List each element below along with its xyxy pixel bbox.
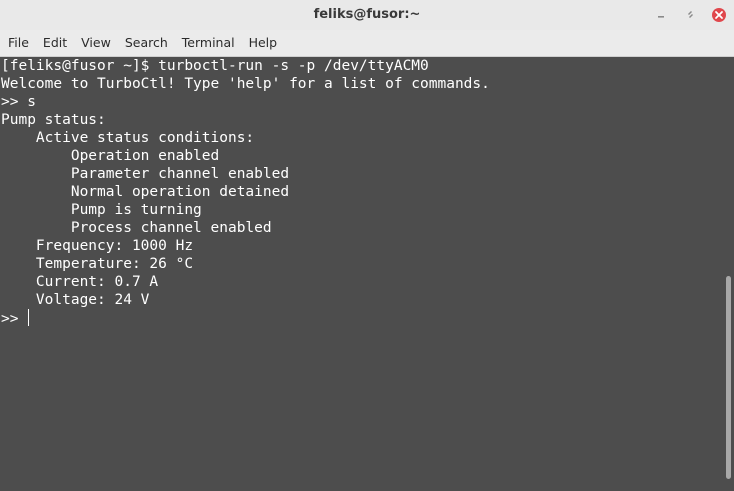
terminal-line: Process channel enabled (1, 220, 272, 236)
terminal-line: Welcome to TurboCtl! Type 'help' for a l… (1, 76, 490, 92)
window-title: feliks@fusor:~ (313, 7, 421, 22)
menu-edit[interactable]: Edit (36, 30, 74, 56)
terminal-line: Pump is turning (1, 202, 202, 218)
terminal-line: Voltage: 24 V (1, 292, 150, 308)
terminal-line: Frequency: 1000 Hz (1, 238, 194, 254)
close-button[interactable] (710, 6, 728, 24)
close-icon (712, 8, 726, 22)
scrollbar-thumb[interactable] (726, 276, 731, 479)
terminal-output[interactable]: [feliks@fusor ~]$ turboctl-run -s -p /de… (0, 57, 722, 491)
prompt-line[interactable]: >> (0, 309, 722, 327)
terminal-line: Pump status: (1, 112, 106, 128)
menu-help[interactable]: Help (242, 30, 285, 56)
prompt-symbol: >> (1, 311, 19, 327)
menu-bar: File Edit View Search Terminal Help (0, 30, 734, 57)
scrollbar[interactable] (722, 57, 734, 491)
minimize-icon (658, 16, 664, 18)
menu-search[interactable]: Search (118, 30, 175, 56)
text-cursor (28, 309, 30, 326)
window-controls (641, 6, 728, 24)
terminal-line: Operation enabled (1, 148, 220, 164)
terminal-line: Current: 0.7 A (1, 274, 159, 290)
terminal-line: Temperature: 26 °C (1, 256, 194, 272)
terminal-line: >> s (1, 94, 36, 110)
menu-view[interactable]: View (74, 30, 118, 56)
menu-terminal[interactable]: Terminal (175, 30, 242, 56)
terminal-line: [feliks@fusor ~]$ turboctl-run -s -p /de… (1, 58, 429, 74)
terminal-window: feliks@fusor:~ File Edit View Search Ter… (0, 0, 734, 491)
terminal-line: Normal operation detained (1, 184, 290, 200)
terminal-line: Parameter channel enabled (1, 166, 290, 182)
maximize-button[interactable] (681, 6, 699, 24)
menu-file[interactable]: File (0, 30, 36, 56)
terminal-line: Active status conditions: (1, 130, 255, 146)
minimize-button[interactable] (652, 6, 670, 24)
maximize-icon (688, 11, 693, 18)
title-bar[interactable]: feliks@fusor:~ (0, 0, 734, 31)
